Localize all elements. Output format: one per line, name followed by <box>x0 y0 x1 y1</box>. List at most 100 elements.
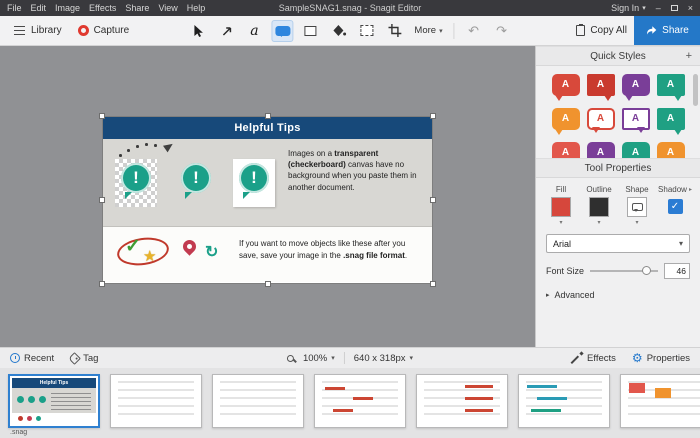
quick-style[interactable]: A <box>621 108 650 133</box>
arrow-tool[interactable] <box>215 20 237 42</box>
thumbnail-annotation-marks <box>325 387 345 390</box>
slider-thumb[interactable] <box>641 266 651 275</box>
selected-image[interactable]: Helpful Tips ! ! ! Images on a transpare… <box>99 113 436 287</box>
font-size-slider[interactable] <box>590 266 658 275</box>
font-family-select[interactable]: Arial ▾ <box>546 234 690 253</box>
fill-swatch[interactable] <box>551 197 571 217</box>
tool-properties-header[interactable]: Tool Properties <box>536 158 700 178</box>
font-size-value[interactable]: 46 <box>664 263 690 279</box>
tag-tab[interactable]: Tag <box>68 351 99 365</box>
quick-style[interactable]: A <box>586 142 615 158</box>
menu-effects[interactable]: Effects <box>89 3 116 13</box>
map-pin-icon <box>180 237 199 256</box>
quick-style[interactable]: A <box>551 108 580 135</box>
dimensions-value: 640 x 318px <box>353 352 406 364</box>
filmstrip-thumbnail[interactable] <box>416 374 508 428</box>
search-icon[interactable] <box>286 354 294 362</box>
filmstrip-thumbnail[interactable] <box>620 374 700 428</box>
properties-button[interactable]: ⚙ Properties <box>632 352 690 364</box>
library-button[interactable]: Library <box>6 21 69 40</box>
menu-edit[interactable]: Edit <box>31 3 47 13</box>
callout-tool[interactable] <box>271 19 294 42</box>
menu-share[interactable]: Share <box>125 3 149 13</box>
selection-tool[interactable] <box>187 20 209 42</box>
maximize-icon <box>670 4 678 11</box>
footer-text-2: . <box>404 250 408 260</box>
resize-handle[interactable] <box>99 197 105 203</box>
resize-handle[interactable] <box>99 113 105 119</box>
resize-handle[interactable] <box>430 113 436 119</box>
quick-style[interactable]: A <box>621 74 650 101</box>
style-letter: A <box>561 113 570 124</box>
shadow-checkbox[interactable]: ✓ <box>667 199 683 214</box>
advanced-toggle[interactable]: ▸ Advanced <box>536 279 700 300</box>
undo-button[interactable]: ↶ <box>463 20 485 42</box>
recent-tab[interactable]: Recent <box>10 353 54 364</box>
filmstrip-thumbnail[interactable] <box>314 374 406 428</box>
style-letter: A <box>666 113 675 124</box>
resize-handle[interactable] <box>264 281 271 287</box>
menu-file[interactable]: File <box>7 3 22 13</box>
menu-image[interactable]: Image <box>55 3 80 13</box>
quick-style[interactable]: A <box>656 142 685 158</box>
quick-style[interactable]: A <box>621 142 650 158</box>
menu-help[interactable]: Help <box>187 3 206 13</box>
filmstrip-thumbnail[interactable] <box>518 374 610 428</box>
resize-handle[interactable] <box>264 113 271 119</box>
thumbnail-footer <box>12 413 96 424</box>
font-family-value: Arial <box>553 238 572 249</box>
maximize-button[interactable] <box>670 4 678 13</box>
quick-styles-grid: A A A A A A A A A A A A <box>536 66 700 158</box>
quick-style[interactable]: A <box>551 74 580 101</box>
statusbar: Recent Tag 100% ▾ 640 x 318px ▾ Effects … <box>0 347 700 368</box>
selection-marquee-tool[interactable] <box>355 20 377 42</box>
card-title: Helpful Tips <box>103 117 432 139</box>
rotate-arrow-icon: ↻ <box>205 244 219 261</box>
quick-style[interactable]: A <box>551 142 580 158</box>
bubble-tail <box>125 192 132 199</box>
wand-icon <box>571 352 583 364</box>
resize-handle[interactable] <box>430 197 436 203</box>
fill-tool[interactable] <box>327 20 349 42</box>
shape-swatch[interactable] <box>627 197 647 217</box>
thumbnail-annotation-marks <box>465 385 493 388</box>
quick-style[interactable]: A <box>656 74 685 101</box>
quick-styles-header[interactable]: Quick Styles + <box>536 46 700 66</box>
close-button[interactable]: × <box>688 3 693 13</box>
toolbar-left: Library Capture <box>0 21 136 40</box>
filmstrip-thumbnail[interactable]: Helpful Tips <box>8 374 100 428</box>
minimize-button[interactable]: – <box>656 3 661 13</box>
chevron-down-icon: ▾ <box>678 239 683 248</box>
text-tool[interactable]: a <box>243 20 265 42</box>
quick-style[interactable]: A <box>586 74 615 101</box>
menu-view[interactable]: View <box>158 3 177 13</box>
clipboard-icon <box>576 24 586 36</box>
bubble-tail <box>185 192 192 199</box>
capture-button[interactable]: Capture <box>71 21 137 40</box>
add-style-button[interactable]: + <box>686 50 692 62</box>
effects-button[interactable]: Effects <box>571 352 616 364</box>
sign-in-button[interactable]: Sign In ▾ <box>611 3 646 13</box>
bubble-tail <box>243 192 250 199</box>
toolbar-divider <box>453 22 455 39</box>
canvas[interactable]: Helpful Tips ! ! ! Images on a transpare… <box>0 46 535 347</box>
quick-style[interactable]: A <box>586 108 615 133</box>
resize-handle[interactable] <box>430 281 436 287</box>
shape-tool[interactable] <box>299 20 321 42</box>
redo-button[interactable]: ↷ <box>491 20 513 42</box>
thumbnail-text-lines <box>51 393 91 411</box>
filmstrip-thumbnail[interactable] <box>110 374 202 428</box>
resize-handle[interactable] <box>99 281 105 287</box>
filmstrip-thumbnail[interactable] <box>212 374 304 428</box>
dimensions-select[interactable]: 640 x 318px ▾ <box>354 353 413 364</box>
copy-all-button[interactable]: Copy All <box>569 21 634 40</box>
more-button[interactable]: More ▾ <box>411 25 445 36</box>
tag-label: Tag <box>83 352 99 364</box>
outline-swatch[interactable] <box>589 197 609 217</box>
share-button[interactable]: Share <box>634 16 700 45</box>
quick-style[interactable]: A <box>656 108 685 135</box>
scrollbar-thumb[interactable] <box>693 74 698 106</box>
crop-tool[interactable] <box>383 20 405 42</box>
zoom-select[interactable]: 100% ▾ <box>303 353 335 364</box>
fill-label: Fill <box>555 185 567 194</box>
